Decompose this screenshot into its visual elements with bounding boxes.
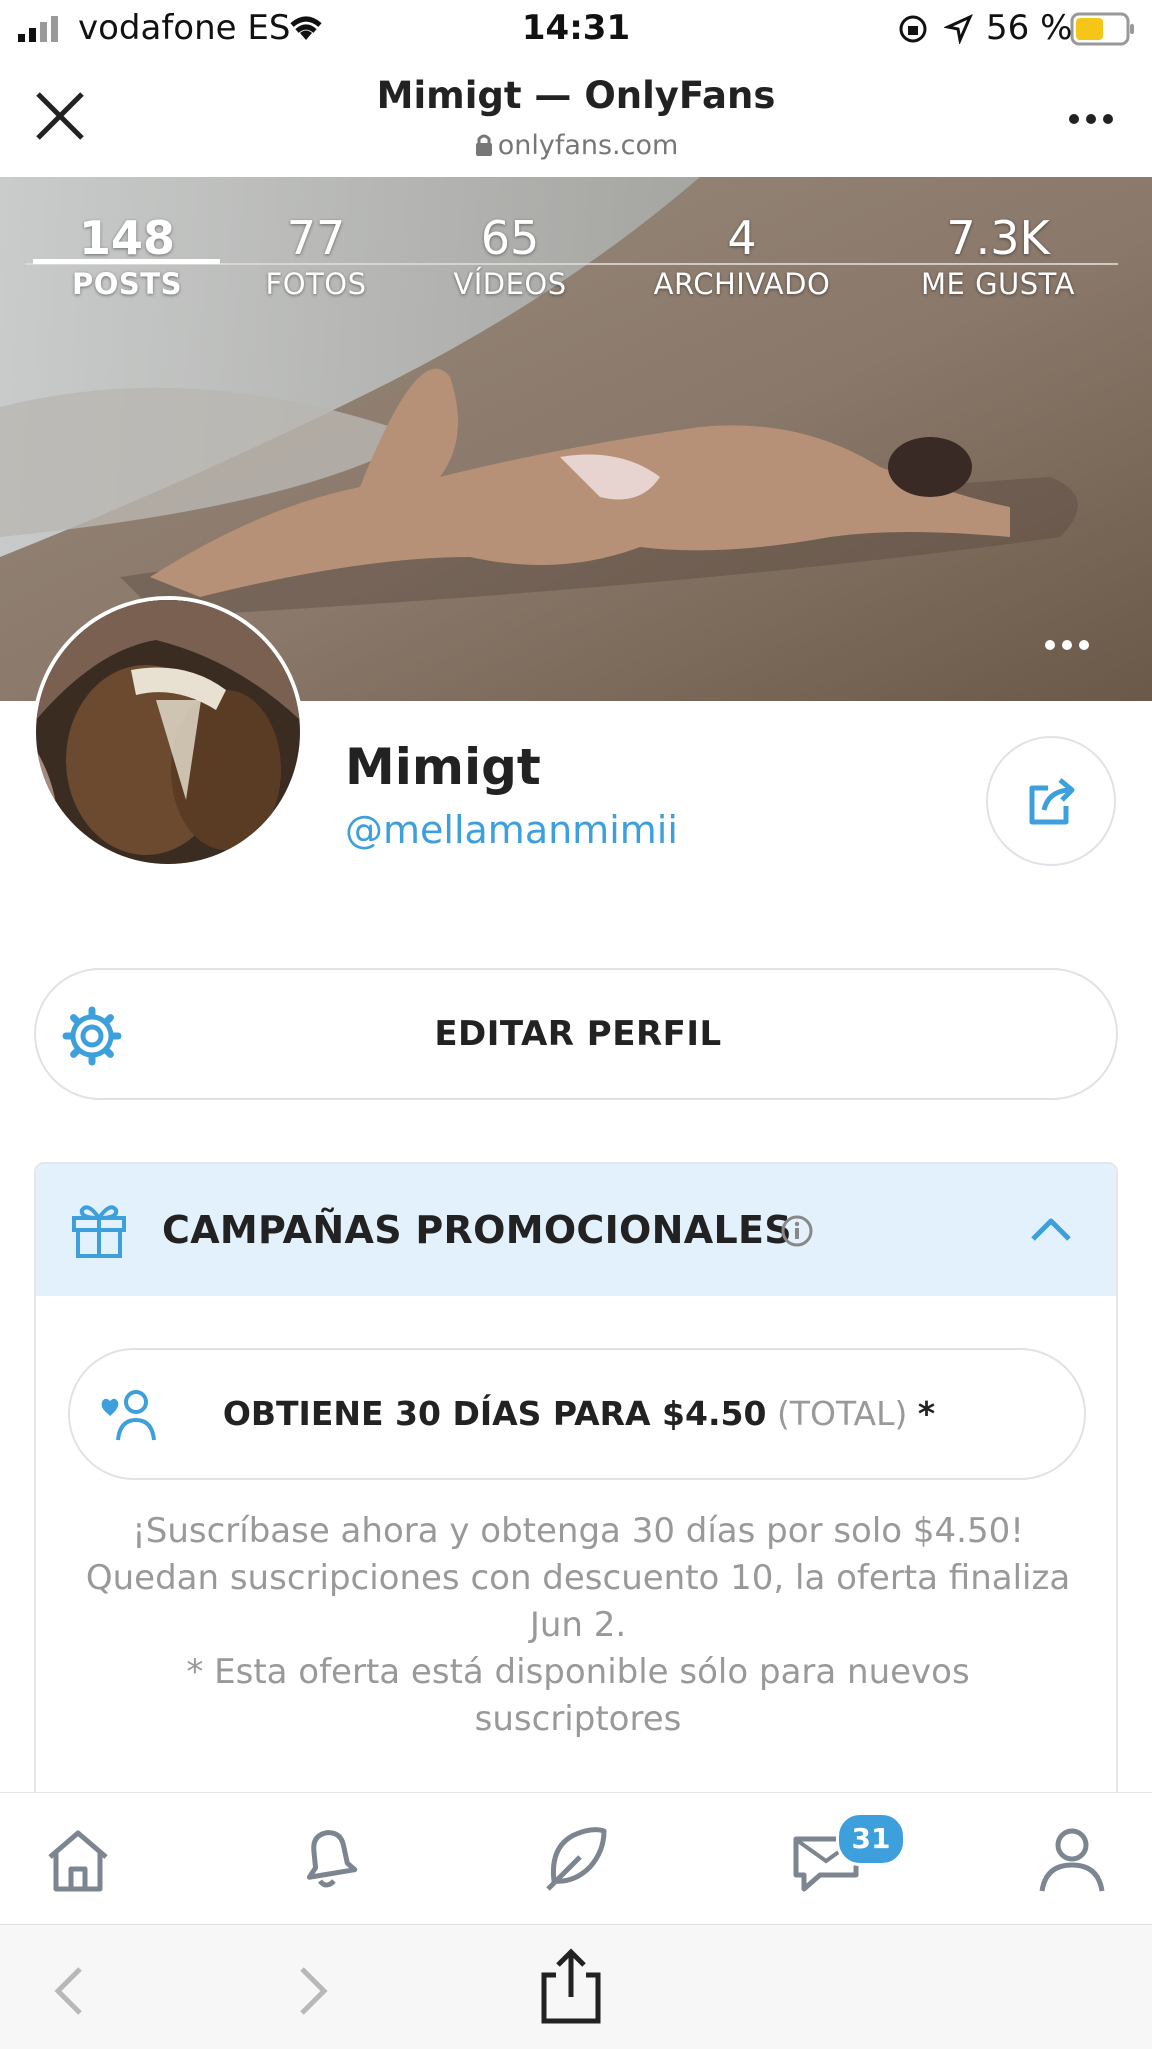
share-icon [1029,778,1075,825]
url-display: onlyfans.com [0,130,1152,161]
profile-icon[interactable] [1038,1825,1106,1895]
browser-toolbar [0,1924,1152,2049]
offer-text: OBTIENE 30 DÍAS PARA $4.50 (TOTAL) * [70,1394,1088,1433]
new-post-feather-icon[interactable] [540,1823,612,1895]
offer-desc-line-3: * Esta oferta está disponible sólo para … [186,1652,970,1739]
offer-main: OBTIENE 30 DÍAS PARA $4.50 [222,1394,767,1433]
profile-handle[interactable]: @mellamanmimii [345,808,678,852]
page-title: Mimigt — OnlyFans [376,74,776,117]
stat-posts[interactable]: 148 POSTS [37,211,217,301]
browser-header: Mimigt — OnlyFans onlyfans.com [0,60,1152,178]
promo-campaigns-panel: CAMPAÑAS PROMOCIONALES OBTIENE 30 DÍAS P… [34,1162,1118,1802]
forward-arrow-icon[interactable] [296,1965,330,2017]
stat-archivado[interactable]: 4 ARCHIVADO [652,211,832,301]
chevron-up-icon[interactable] [1030,1216,1072,1242]
gift-icon [72,1205,126,1258]
info-icon[interactable] [780,1214,814,1248]
location-icon [944,14,973,44]
promo-title: CAMPAÑAS PROMOCIONALES [162,1208,792,1252]
back-arrow-icon[interactable] [52,1965,86,2017]
url-text: onlyfans.com [497,130,679,161]
share-sheet-icon[interactable] [538,1947,604,2027]
promo-offer-button[interactable]: OBTIENE 30 DÍAS PARA $4.50 (TOTAL) * [68,1348,1086,1480]
offer-desc-line-2: Quedan suscripciones con descuento 10, l… [85,1558,1071,1645]
avatar[interactable] [32,596,304,868]
share-button[interactable] [986,736,1116,866]
battery-percentage: 56 % [986,8,1073,48]
status-bar: vodafone ES 14:31 56 % [0,0,1152,60]
offer-star: * [917,1394,936,1433]
cover-more-icon[interactable] [1044,638,1090,652]
edit-profile-button[interactable]: EDITAR PERFIL [34,968,1118,1100]
offer-total: (TOTAL) [776,1394,908,1433]
stat-likes[interactable]: 7.3K ME GUSTA [900,211,1096,301]
clock: 14:31 [521,8,631,48]
home-icon[interactable] [44,1827,112,1893]
stat-videos[interactable]: 65 VÍDEOS [420,211,600,301]
notifications-bell-icon[interactable] [292,1823,364,1895]
stat-fotos[interactable]: 77 FOTOS [226,211,406,301]
lock-icon [475,134,492,156]
battery-icon [1070,12,1134,46]
orientation-lock-icon [899,15,927,43]
offer-desc-line-1: ¡Suscríbase ahora y obtenga 30 días por … [132,1511,1024,1551]
messages-badge: 31 [836,1812,906,1866]
edit-profile-label: EDITAR PERFIL [434,1014,722,1054]
bottom-tab-bar [0,1792,1152,1925]
promo-header[interactable]: CAMPAÑAS PROMOCIONALES [36,1164,1116,1296]
offer-description: ¡Suscríbase ahora y obtenga 30 días por … [76,1508,1080,1743]
more-options-icon[interactable] [1068,112,1114,126]
profile-name: Mimigt [345,738,541,796]
